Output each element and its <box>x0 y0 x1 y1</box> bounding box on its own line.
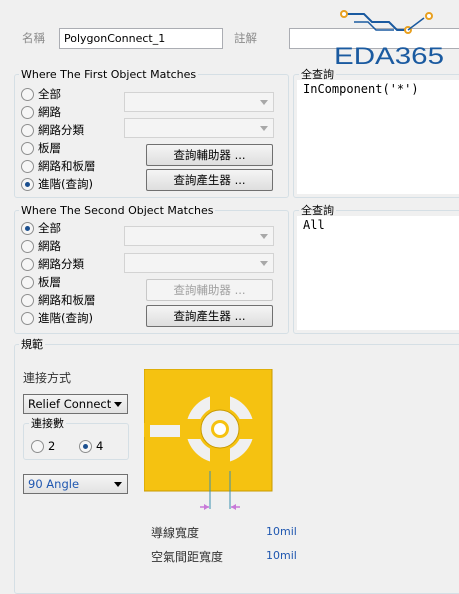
radio-circle-checked[interactable] <box>21 177 34 191</box>
radio-label: 全部 <box>38 87 61 101</box>
first-net-class-combo[interactable] <box>124 118 274 138</box>
radio-label: 網路 <box>38 239 61 253</box>
radio-label: 全部 <box>38 221 61 235</box>
eda365-logo: EDA365 <box>334 10 444 70</box>
watermark-text: EDA365 <box>334 43 444 70</box>
connect-style-value: Relief Connect <box>28 397 112 411</box>
radio-label: 進階(查詢) <box>38 311 93 325</box>
radio-circle[interactable] <box>21 87 34 101</box>
radio-circle[interactable] <box>21 275 34 289</box>
connect-style-label: 連接方式 <box>23 371 72 385</box>
radio-circle-checked[interactable] <box>79 439 92 453</box>
second-query-builder-button[interactable]: 查詢產生器 ... <box>146 305 273 327</box>
air-gap-label: 空氣間距寬度 <box>151 550 224 564</box>
radio-label: 2 <box>48 439 56 453</box>
radio-label: 進階(查詢) <box>38 177 93 191</box>
first-radio-net-class[interactable]: 網路分類 <box>21 122 84 138</box>
first-radio-net-and-layer[interactable]: 網路和板層 <box>21 158 96 174</box>
chevron-down-icon <box>114 482 122 487</box>
first-query-editor[interactable]: InComponent('*') <box>297 80 459 194</box>
second-radio-all[interactable]: 全部 <box>21 220 61 236</box>
radio-circle[interactable] <box>21 159 34 173</box>
radio-circle[interactable] <box>21 105 34 119</box>
chevron-down-icon <box>260 100 268 105</box>
conductors-radio-2[interactable]: 2 <box>31 438 55 454</box>
radio-circle[interactable] <box>21 293 34 307</box>
chevron-down-icon <box>114 402 122 407</box>
relief-connect-diagram <box>144 369 273 510</box>
radio-circle[interactable] <box>21 123 34 137</box>
first-query-helper-button[interactable]: 查詢輔助器 ... <box>146 144 273 166</box>
radio-circle[interactable] <box>31 439 44 453</box>
first-object-title: Where The First Object Matches <box>19 68 199 81</box>
comment-label: 註解 <box>234 31 257 45</box>
connect-style-dropdown[interactable]: Relief Connect <box>23 394 128 414</box>
conductor-width-value[interactable]: 10mil <box>266 525 297 538</box>
radio-label: 網路和板層 <box>38 159 96 173</box>
first-query-builder-button[interactable]: 查詢產生器 ... <box>146 169 273 191</box>
first-radio-advanced[interactable]: 進階(查詢) <box>21 176 93 192</box>
second-net-combo[interactable] <box>124 226 274 246</box>
name-input[interactable]: PolygonConnect_1 <box>59 28 223 49</box>
second-radio-layer[interactable]: 板層 <box>21 274 61 290</box>
first-radio-all[interactable]: 全部 <box>21 86 61 102</box>
radio-circle[interactable] <box>21 141 34 155</box>
radio-label: 網路分類 <box>38 123 84 137</box>
second-radio-net-and-layer[interactable]: 網路和板層 <box>21 292 96 308</box>
second-object-title: Where The Second Object Matches <box>19 204 216 217</box>
first-net-combo[interactable] <box>124 92 274 112</box>
angle-value: 90 Angle <box>28 477 80 491</box>
name-label: 名稱 <box>22 31 45 45</box>
radio-label: 網路分類 <box>38 257 84 271</box>
radio-label: 板層 <box>38 275 61 289</box>
second-radio-net-class[interactable]: 網路分類 <box>21 256 84 272</box>
second-query-editor[interactable]: All <box>297 216 459 330</box>
first-radio-net[interactable]: 網路 <box>21 104 61 120</box>
radio-label: 網路和板層 <box>38 293 96 307</box>
conductors-title: 連接數 <box>29 417 66 430</box>
angle-dropdown[interactable]: 90 Angle <box>23 474 128 494</box>
radio-circle[interactable] <box>21 311 34 325</box>
radio-label: 板層 <box>38 141 61 155</box>
radio-label: 4 <box>96 439 104 453</box>
second-radio-net[interactable]: 網路 <box>21 238 61 254</box>
second-query-helper-button[interactable]: 查詢輔助器 ... <box>146 279 273 301</box>
radio-circle[interactable] <box>21 257 34 271</box>
conductors-radio-4[interactable]: 4 <box>79 438 103 454</box>
chevron-down-icon <box>260 261 268 266</box>
radio-circle[interactable] <box>21 239 34 253</box>
constraints-title: 規範 <box>19 338 45 351</box>
radio-label: 網路 <box>38 105 61 119</box>
radio-circle-checked[interactable] <box>21 221 34 235</box>
second-net-class-combo[interactable] <box>124 253 274 273</box>
first-radio-layer[interactable]: 板層 <box>21 140 61 156</box>
chevron-down-icon <box>260 234 268 239</box>
conductor-width-label: 導線寬度 <box>151 526 200 540</box>
chevron-down-icon <box>260 126 268 131</box>
second-radio-advanced[interactable]: 進階(查詢) <box>21 310 93 326</box>
air-gap-value[interactable]: 10mil <box>266 549 297 562</box>
